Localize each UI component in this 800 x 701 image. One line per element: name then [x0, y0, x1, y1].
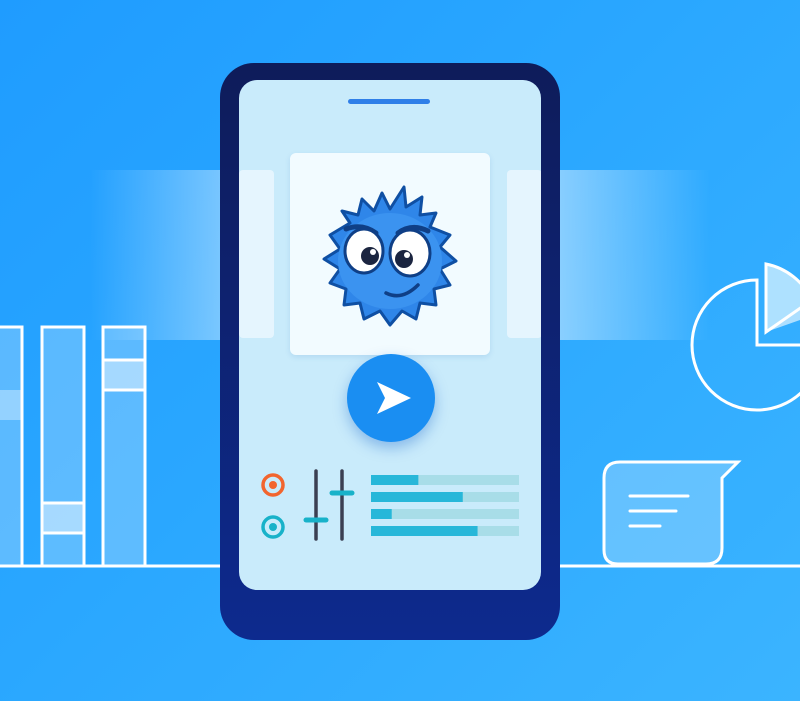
- carousel-card-prev[interactable]: [239, 170, 274, 338]
- progress-fill: [371, 475, 419, 485]
- bar-column: [0, 325, 24, 568]
- bar-column: [101, 325, 147, 568]
- chat-bubble-icon: [602, 460, 742, 566]
- controls-panel: [259, 465, 529, 545]
- sliders-icon[interactable]: [303, 469, 355, 541]
- carousel-card-active[interactable]: [290, 153, 490, 355]
- progress-fill: [371, 509, 392, 519]
- controls-graphic: [261, 469, 519, 541]
- progress-fill: [371, 492, 463, 502]
- progress-bars: [371, 475, 519, 536]
- send-button[interactable]: [347, 354, 435, 442]
- send-arrow-icon: [377, 382, 411, 414]
- radio-icon[interactable]: [261, 473, 285, 497]
- progress-fill: [371, 526, 478, 536]
- vertical-bars-icon: [0, 325, 147, 568]
- radio-icon[interactable]: [261, 515, 285, 539]
- progress-track: [371, 509, 519, 519]
- carousel-card-next[interactable]: [507, 170, 541, 338]
- speaker-notch: [348, 99, 430, 104]
- blue-fuzzy-mascot-icon: [322, 185, 458, 327]
- bar-column: [40, 325, 86, 568]
- illustration-scene: [0, 0, 800, 701]
- phone-screen: [239, 80, 541, 590]
